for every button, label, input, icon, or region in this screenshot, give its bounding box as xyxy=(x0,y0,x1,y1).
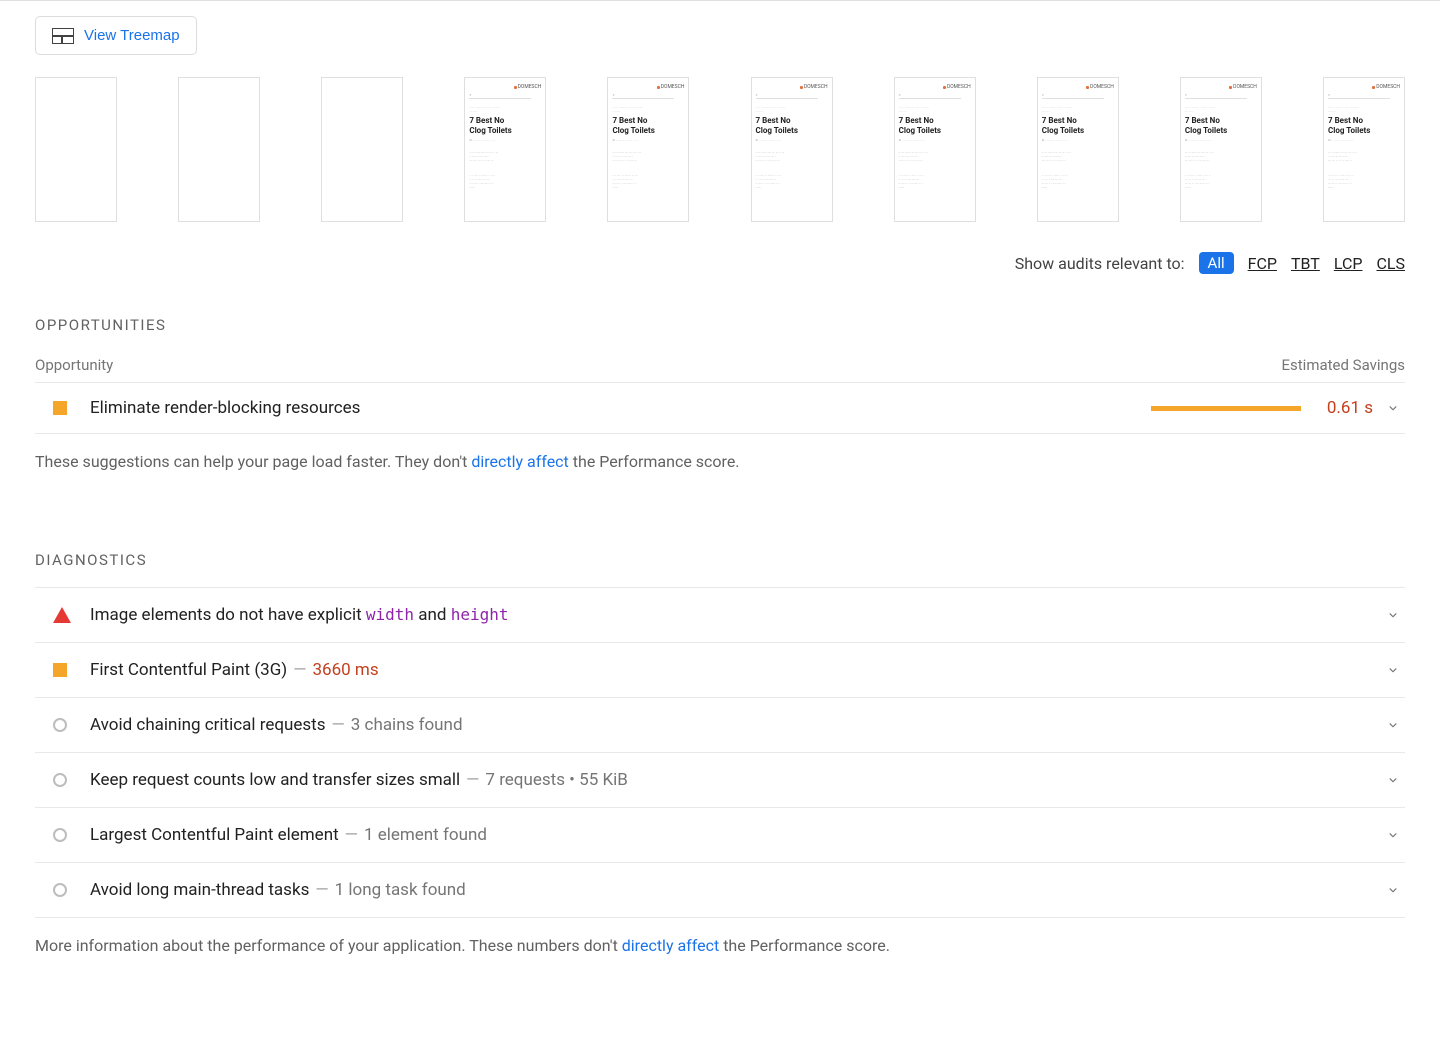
treemap-icon xyxy=(52,28,74,44)
diagnostic-row[interactable]: Largest Contentful Paint element—1 eleme… xyxy=(35,808,1405,863)
filter-lcp[interactable]: LCP xyxy=(1334,254,1363,273)
filmstrip-thumbnail[interactable]: DOMESCH⌕······ · ········· · ······ · ··… xyxy=(1037,77,1119,222)
diagnostic-row[interactable]: First Contentful Paint (3G)—3660 ms xyxy=(35,643,1405,698)
view-treemap-button[interactable]: View Treemap xyxy=(35,16,197,55)
severity-icon xyxy=(35,828,90,842)
filmstrip-thumbnail[interactable]: DOMESCH⌕······ · ········· · ······ · ··… xyxy=(1180,77,1262,222)
opportunities-col-opportunity: Opportunity xyxy=(35,356,113,374)
diagnostic-row[interactable]: Avoid chaining critical requests—3 chain… xyxy=(35,698,1405,753)
filter-fcp[interactable]: FCP xyxy=(1248,254,1277,273)
diagnostics-heading: DIAGNOSTICS xyxy=(35,551,1405,569)
opportunities-heading: OPPORTUNITIES xyxy=(35,316,1405,334)
chevron-down-icon xyxy=(1381,883,1405,897)
diagnostic-row[interactable]: Avoid long main-thread tasks—1 long task… xyxy=(35,863,1405,918)
filter-cls[interactable]: CLS xyxy=(1376,254,1405,273)
audits-filter-label: Show audits relevant to: xyxy=(1015,254,1185,273)
filmstrip-thumbnail[interactable]: DOMESCH⌕······ · ········· · ······ · ··… xyxy=(464,77,546,222)
chevron-down-icon xyxy=(1381,828,1405,842)
severity-icon xyxy=(35,773,90,787)
view-treemap-label: View Treemap xyxy=(84,27,180,44)
severity-icon xyxy=(35,663,90,677)
filter-tbt[interactable]: TBT xyxy=(1291,254,1320,273)
diagnostic-label: Image elements do not have explicit widt… xyxy=(90,605,1381,625)
diagnostic-label: Avoid chaining critical requests—3 chain… xyxy=(90,715,1381,735)
filmstrip-thumbnail[interactable]: DOMESCH⌕······ · ········· · ······ · ··… xyxy=(751,77,833,222)
chevron-down-icon xyxy=(1381,773,1405,787)
opportunity-savings: 0.61 s xyxy=(1311,398,1381,418)
opportunities-col-savings: Estimated Savings xyxy=(1282,356,1406,374)
directly-affect-link-2[interactable]: directly affect xyxy=(622,936,719,955)
opportunity-label: Eliminate render-blocking resources xyxy=(90,398,1151,418)
diagnostic-label: Avoid long main-thread tasks—1 long task… xyxy=(90,880,1381,900)
directly-affect-link[interactable]: directly affect xyxy=(471,452,568,471)
severity-icon xyxy=(35,718,90,732)
chevron-down-icon xyxy=(1381,718,1405,732)
diagnostics-note: More information about the performance o… xyxy=(35,936,1405,955)
diagnostic-label: First Contentful Paint (3G)—3660 ms xyxy=(90,660,1381,680)
filmstrip-thumbnail[interactable] xyxy=(178,77,260,222)
filmstrip-thumbnail[interactable]: DOMESCH⌕······ · ········· · ······ · ··… xyxy=(1323,77,1405,222)
filmstrip-thumbnail[interactable] xyxy=(321,77,403,222)
diagnostic-row[interactable]: Keep request counts low and transfer siz… xyxy=(35,753,1405,808)
opportunities-header-row: Opportunity Estimated Savings xyxy=(35,356,1405,383)
severity-icon xyxy=(35,607,90,623)
diagnostic-label: Keep request counts low and transfer siz… xyxy=(90,770,1381,790)
filmstrip: DOMESCH⌕······ · ········· · ······ · ··… xyxy=(35,77,1405,222)
opportunity-bar xyxy=(1151,406,1311,411)
filter-all[interactable]: All xyxy=(1199,252,1234,274)
filmstrip-thumbnail[interactable]: DOMESCH⌕······ · ········· · ······ · ··… xyxy=(607,77,689,222)
severity-square-icon xyxy=(35,401,90,415)
diagnostic-label: Largest Contentful Paint element—1 eleme… xyxy=(90,825,1381,845)
chevron-down-icon xyxy=(1381,401,1405,415)
chevron-down-icon xyxy=(1381,608,1405,622)
filmstrip-thumbnail[interactable]: DOMESCH⌕······ · ········· · ······ · ··… xyxy=(894,77,976,222)
diagnostic-row[interactable]: Image elements do not have explicit widt… xyxy=(35,588,1405,643)
filmstrip-thumbnail[interactable] xyxy=(35,77,117,222)
opportunities-note: These suggestions can help your page loa… xyxy=(35,452,1405,471)
chevron-down-icon xyxy=(1381,663,1405,677)
severity-icon xyxy=(35,883,90,897)
audits-filter-bar: Show audits relevant to: All FCP TBT LCP… xyxy=(35,252,1405,274)
opportunity-row[interactable]: Eliminate render-blocking resources 0.61 … xyxy=(35,383,1405,434)
